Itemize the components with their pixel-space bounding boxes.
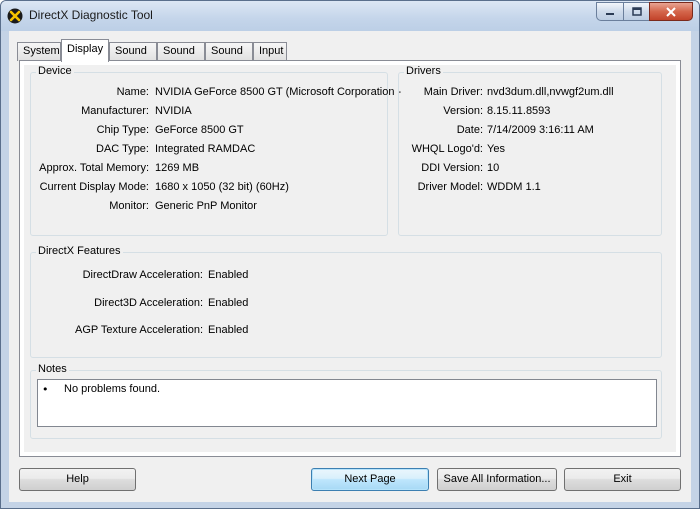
window: DirectX Diagnostic Tool System Display S… — [0, 0, 700, 509]
tab-sound-3[interactable]: Sound 3 — [205, 42, 253, 74]
ddi-version-value: 10 — [487, 162, 500, 174]
device-name-label: Name: — [116, 86, 149, 98]
tab-system[interactable]: System — [17, 42, 61, 61]
device-row-chip-type: Chip Type: GeForce 8500 GT — [31, 124, 387, 138]
window-title: DirectX Diagnostic Tool — [29, 8, 153, 22]
device-name-value: NVIDIA GeForce 8500 GT (Microsoft Corpor… — [155, 86, 402, 98]
agp-label: AGP Texture Acceleration: — [75, 324, 203, 336]
client-area: System Display Sound 1 Sound 2 Sound 3 I… — [9, 31, 691, 502]
tab-sound-1[interactable]: Sound 1 — [109, 42, 157, 74]
driver-row-version: Version: 8.15.11.8593 — [399, 105, 661, 119]
feature-row-direct3d: Direct3D Acceleration: Enabled — [31, 297, 661, 311]
maximize-button[interactable] — [623, 2, 649, 21]
minimize-button[interactable] — [596, 2, 623, 21]
main-driver-value: nvd3dum.dll,nvwgf2um.dll — [487, 86, 614, 98]
ddi-version-label: DDI Version: — [421, 162, 483, 174]
notes-textbox[interactable]: • No problems found. — [37, 379, 657, 427]
device-row-manufacturer: Manufacturer: NVIDIA — [31, 105, 387, 119]
tab-input[interactable]: Input — [253, 42, 287, 61]
whql-label: WHQL Logo'd: — [411, 143, 483, 155]
directx-icon — [7, 8, 23, 24]
title-bar[interactable]: DirectX Diagnostic Tool — [1, 1, 699, 31]
chip-type-label: Chip Type: — [96, 124, 149, 136]
monitor-value: Generic PnP Monitor — [155, 200, 257, 212]
driver-model-value: WDDM 1.1 — [487, 181, 541, 193]
driver-model-label: Driver Model: — [417, 181, 483, 193]
display-mode-value: 1680 x 1050 (32 bit) (60Hz) — [155, 181, 289, 193]
directdraw-value: Enabled — [208, 269, 249, 281]
drivers-group-title: Drivers — [404, 65, 443, 77]
driver-row-model: Driver Model: WDDM 1.1 — [399, 181, 661, 195]
feature-row-agp: AGP Texture Acceleration: Enabled — [31, 324, 661, 338]
memory-label: Approx. Total Memory: — [39, 162, 149, 174]
maximize-icon — [631, 7, 642, 16]
dac-type-label: DAC Type: — [96, 143, 149, 155]
date-value: 7/14/2009 3:16:11 AM — [487, 124, 594, 136]
chip-type-value: GeForce 8500 GT — [155, 124, 244, 136]
device-group: Device Name: NVIDIA GeForce 8500 GT (Mic… — [30, 65, 402, 236]
agp-value: Enabled — [208, 324, 249, 336]
device-row-memory: Approx. Total Memory: 1269 MB — [31, 162, 387, 176]
monitor-label: Monitor: — [109, 200, 149, 212]
driver-row-whql: WHQL Logo'd: Yes — [399, 143, 661, 157]
notes-title: Notes — [36, 363, 69, 375]
driver-row-main: Main Driver: nvd3dum.dll,nvwgf2um.dll — [399, 86, 661, 100]
whql-value: Yes — [487, 143, 505, 155]
dac-type-value: Integrated RAMDAC — [155, 143, 256, 155]
close-icon — [666, 6, 676, 17]
main-driver-label: Main Driver: — [423, 86, 483, 98]
device-row-display-mode: Current Display Mode: 1680 x 1050 (32 bi… — [31, 181, 387, 195]
direct3d-value: Enabled — [208, 297, 249, 309]
notes-group: Notes • No problems found. — [30, 363, 662, 439]
direct3d-label: Direct3D Acceleration: — [94, 297, 203, 309]
device-row-dac-type: DAC Type: Integrated RAMDAC — [31, 143, 387, 157]
memory-value: 1269 MB — [155, 162, 200, 174]
note-item: No problems found. — [64, 383, 160, 395]
exit-button[interactable]: Exit — [564, 468, 681, 491]
device-row-name: Name: NVIDIA GeForce 8500 GT (Microsoft … — [31, 86, 402, 100]
directx-features-group: DirectX Features DirectDraw Acceleration… — [30, 245, 662, 358]
driver-row-date: Date: 7/14/2009 3:16:11 AM — [399, 124, 661, 138]
driver-row-ddi: DDI Version: 10 — [399, 162, 661, 176]
minimize-icon — [606, 12, 614, 15]
note-bullet: • — [42, 383, 49, 396]
version-value: 8.15.11.8593 — [487, 105, 551, 117]
device-group-title: Device — [36, 65, 74, 77]
tab-display[interactable]: Display — [61, 39, 109, 62]
display-mode-label: Current Display Mode: — [39, 181, 149, 193]
drivers-group: Drivers Main Driver: nvd3dum.dll,nvwgf2u… — [398, 65, 662, 236]
tab-panel-display: Device Name: NVIDIA GeForce 8500 GT (Mic… — [19, 60, 681, 457]
next-page-button[interactable]: Next Page — [311, 468, 429, 491]
tab-sound-2[interactable]: Sound 2 — [157, 42, 205, 74]
directdraw-label: DirectDraw Acceleration: — [82, 269, 203, 281]
help-button[interactable]: Help — [19, 468, 136, 491]
date-label: Date: — [456, 124, 483, 136]
manufacturer-label: Manufacturer: — [81, 105, 149, 117]
manufacturer-value: NVIDIA — [155, 105, 192, 117]
close-button[interactable] — [649, 2, 693, 21]
directx-features-title: DirectX Features — [36, 245, 123, 257]
device-row-monitor: Monitor: Generic PnP Monitor — [31, 200, 387, 214]
version-label: Version: — [443, 105, 483, 117]
save-all-information-button[interactable]: Save All Information... — [437, 468, 557, 491]
feature-row-directdraw: DirectDraw Acceleration: Enabled — [31, 269, 661, 283]
